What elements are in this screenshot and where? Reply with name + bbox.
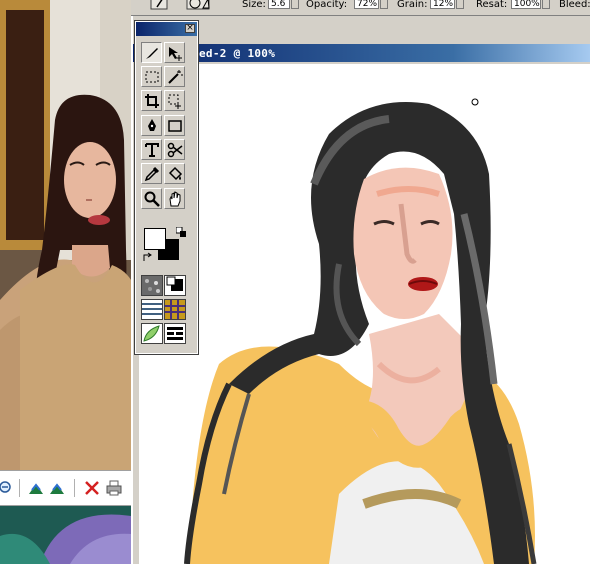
crop-tool[interactable] xyxy=(141,90,162,111)
grain-field[interactable]: 12% xyxy=(430,0,455,9)
resat-field[interactable]: 100% xyxy=(511,0,541,9)
reference-photo xyxy=(0,0,131,470)
size-field[interactable]: 5.6 xyxy=(268,0,290,9)
brush-options-bar: Size: 5.6 Opacity: 72% Grain: 12% Resat:… xyxy=(131,0,590,16)
magnifier-icon xyxy=(144,191,160,207)
paint-bucket-icon xyxy=(168,166,183,181)
painting xyxy=(184,98,537,564)
thumbnail-strip xyxy=(0,506,131,564)
lasso-icon xyxy=(168,94,181,109)
magic-wand-icon xyxy=(168,70,183,84)
opacity-dropdown-arrow[interactable] xyxy=(380,0,388,9)
swap-colors-icon[interactable] xyxy=(142,251,154,263)
gradient-icon xyxy=(166,276,183,291)
tool-palette: × xyxy=(134,20,199,355)
rotate-left-icon[interactable] xyxy=(28,480,44,496)
default-colors-icon[interactable] xyxy=(176,227,188,239)
eyedropper-tool[interactable] xyxy=(141,163,162,184)
pattern-icon xyxy=(142,300,162,319)
paint-bucket-tool[interactable] xyxy=(164,163,185,184)
marquee-icon xyxy=(145,71,159,83)
foreground-color-swatch[interactable] xyxy=(144,228,166,250)
text-tool[interactable] xyxy=(141,139,162,160)
photo-viewer-toolbar xyxy=(0,470,131,506)
toolbar-separator xyxy=(19,479,20,497)
toolbar-separator xyxy=(74,479,75,497)
weave-selector[interactable] xyxy=(164,299,186,320)
reference-photo-image xyxy=(0,0,131,470)
lasso-tool[interactable] xyxy=(164,90,185,111)
thumbnail-image[interactable] xyxy=(0,506,131,564)
pen-icon xyxy=(148,119,156,131)
magic-wand-tool[interactable] xyxy=(164,66,185,87)
rectangle-icon xyxy=(168,120,182,132)
zoom-out-icon[interactable] xyxy=(0,480,14,496)
tool-palette-titlebar[interactable]: × xyxy=(136,22,197,36)
eyedropper-icon xyxy=(144,166,160,182)
pattern-selector[interactable] xyxy=(141,299,163,320)
opacity-label: Opacity: xyxy=(306,0,348,10)
nozzle-icon xyxy=(167,327,183,340)
brush-icon xyxy=(146,48,158,59)
grain-label: Grain: xyxy=(397,0,428,10)
gradient-selector[interactable] xyxy=(164,275,186,296)
magnifier-tool[interactable] xyxy=(141,188,162,209)
move-tool[interactable] xyxy=(164,42,185,63)
document-titlebar[interactable]: ed-2 @ 100% xyxy=(133,44,590,62)
size-label: Size: xyxy=(242,0,266,10)
leaf-icon xyxy=(143,325,160,342)
texture-icon xyxy=(142,276,162,295)
brush-tool[interactable] xyxy=(141,42,162,63)
resat-label: Resat: xyxy=(476,0,508,10)
grain-dropdown-arrow[interactable] xyxy=(456,0,464,9)
shape-tool[interactable] xyxy=(164,115,185,136)
print-icon[interactable] xyxy=(106,480,122,496)
scissors-icon xyxy=(167,142,183,158)
hand-icon xyxy=(169,191,181,207)
close-icon[interactable]: × xyxy=(185,24,195,33)
document-window: ed-2 @ 100% xyxy=(131,16,590,564)
brush-preset-icons[interactable] xyxy=(131,0,211,10)
crop-icon xyxy=(145,94,159,108)
rotate-right-icon[interactable] xyxy=(49,480,65,496)
drawing-canvas[interactable] xyxy=(139,64,590,564)
rect-select-tool[interactable] xyxy=(141,66,162,87)
texture-selector[interactable] xyxy=(141,275,163,296)
opacity-field[interactable]: 72% xyxy=(354,0,379,9)
size-dropdown-arrow[interactable] xyxy=(291,0,299,9)
scissors-tool[interactable] xyxy=(164,139,185,160)
weave-icon xyxy=(165,300,185,319)
grabber-tool[interactable] xyxy=(164,188,185,209)
nozzle-selector[interactable] xyxy=(164,323,186,344)
text-icon xyxy=(145,143,159,157)
document-title: ed-2 @ 100% xyxy=(199,47,276,60)
resat-dropdown-arrow[interactable] xyxy=(542,0,550,9)
photo-viewer-window xyxy=(0,0,131,564)
pen-tool[interactable] xyxy=(141,115,162,136)
move-icon xyxy=(169,47,182,61)
delete-icon[interactable] xyxy=(84,480,100,496)
bleed-label: Bleed: xyxy=(559,0,590,10)
look-selector[interactable] xyxy=(141,323,163,344)
